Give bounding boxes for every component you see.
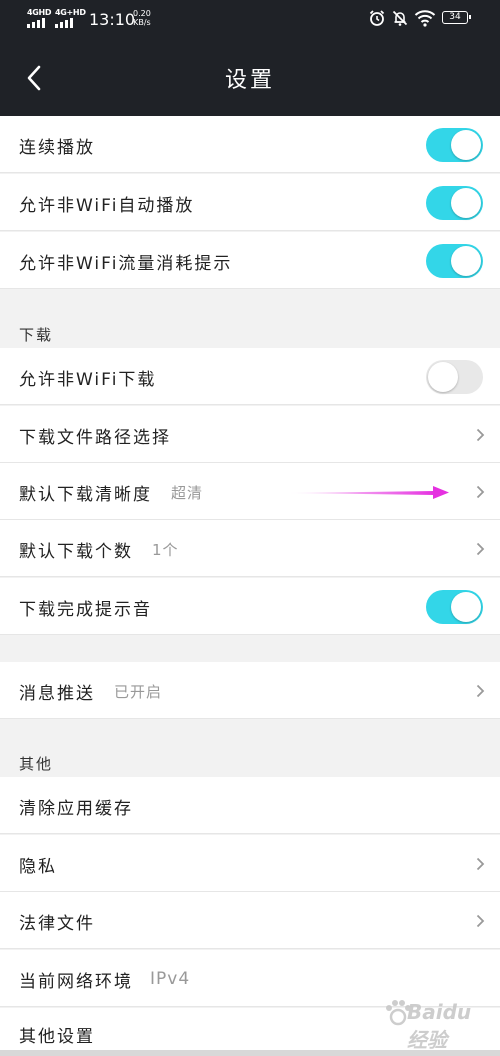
chevron-right-icon <box>476 542 485 556</box>
push-notification-label: 消息推送 <box>19 684 95 704</box>
push-notification-row[interactable]: 消息推送 已开启 <box>0 662 500 719</box>
speed-value: 0.20 <box>133 9 151 18</box>
network-environment-row: 当前网络环境 IPv4 <box>0 950 500 1007</box>
battery-icon: 34 <box>442 11 471 24</box>
chevron-right-icon <box>476 428 485 442</box>
annotation-arrow-icon <box>287 486 449 499</box>
download-count-label: 默认下载个数 <box>19 542 133 562</box>
bottom-strip <box>0 1050 500 1056</box>
signal-sim1-icon: 4GHD <box>27 8 52 28</box>
other-section-header: 其他 <box>19 755 54 773</box>
sim2-label: 4G+HD <box>55 8 86 17</box>
download-quality-value: 超清 <box>171 484 204 502</box>
speed-unit: KB/s <box>133 18 151 27</box>
download-path-row[interactable]: 下载文件路径选择 <box>0 406 500 463</box>
privacy-label: 隐私 <box>19 857 57 877</box>
privacy-row[interactable]: 隐私 <box>0 835 500 892</box>
continuous-play-toggle[interactable] <box>426 128 483 162</box>
non-wifi-data-alert-label: 允许非WiFi流量消耗提示 <box>19 254 233 274</box>
download-path-label: 下载文件路径选择 <box>19 428 171 448</box>
app-header: 设置 <box>0 40 500 116</box>
toggle-knob <box>451 130 481 160</box>
non-wifi-download-label: 允许非WiFi下载 <box>19 370 157 390</box>
other-settings-label: 其他设置 <box>19 1027 95 1047</box>
clear-cache-row[interactable]: 清除应用缓存 <box>0 777 500 834</box>
baidu-watermark: Baidu经验 <box>383 998 471 1052</box>
watermark-text: Baidu经验 <box>407 1000 472 1052</box>
non-wifi-autoplay-toggle[interactable] <box>426 186 483 220</box>
chevron-right-icon <box>476 684 485 698</box>
download-count-value: 1个 <box>152 541 179 559</box>
toggle-knob <box>451 188 481 218</box>
push-notification-value: 已开启 <box>114 683 163 701</box>
legal-documents-row[interactable]: 法律文件 <box>0 892 500 949</box>
non-wifi-download-row: 允许非WiFi下载 <box>0 348 500 405</box>
chevron-right-icon <box>476 857 485 871</box>
alarm-icon <box>369 10 385 26</box>
network-environment-label: 当前网络环境 <box>19 972 133 992</box>
status-time: 13:10 <box>89 10 136 29</box>
chevron-right-icon <box>476 485 485 499</box>
toggle-knob <box>428 362 458 392</box>
network-speed: 0.20 KB/s <box>133 9 151 27</box>
download-sound-row: 下载完成提示音 <box>0 578 500 635</box>
chevron-right-icon <box>476 914 485 928</box>
download-section-header: 下载 <box>19 326 54 344</box>
page-title: 设置 <box>224 68 275 93</box>
wifi-icon <box>414 10 436 27</box>
toggle-knob <box>451 246 481 276</box>
status-bar: 4GHD 4G+HD 13:10 0.20 KB/s 34 <box>0 0 500 40</box>
continuous-play-row: 连续播放 <box>0 116 500 173</box>
sim1-label: 4GHD <box>27 8 52 17</box>
download-count-row[interactable]: 默认下载个数 1个 <box>0 520 500 577</box>
download-sound-toggle[interactable] <box>426 590 483 624</box>
download-sound-label: 下载完成提示音 <box>19 600 152 620</box>
non-wifi-autoplay-label: 允许非WiFi自动播放 <box>19 196 195 216</box>
non-wifi-download-toggle[interactable] <box>426 360 483 394</box>
mute-icon <box>392 10 408 26</box>
network-environment-value: IPv4 <box>150 969 191 989</box>
non-wifi-data-alert-row: 允许非WiFi流量消耗提示 <box>0 232 500 289</box>
download-quality-label: 默认下载清晰度 <box>19 485 152 505</box>
clear-cache-label: 清除应用缓存 <box>19 799 133 819</box>
toggle-knob <box>451 592 481 622</box>
legal-documents-label: 法律文件 <box>19 914 95 934</box>
non-wifi-autoplay-row: 允许非WiFi自动播放 <box>0 174 500 231</box>
non-wifi-data-alert-toggle[interactable] <box>426 244 483 278</box>
continuous-play-label: 连续播放 <box>19 138 95 158</box>
signal-sim2-icon: 4G+HD <box>55 8 86 28</box>
